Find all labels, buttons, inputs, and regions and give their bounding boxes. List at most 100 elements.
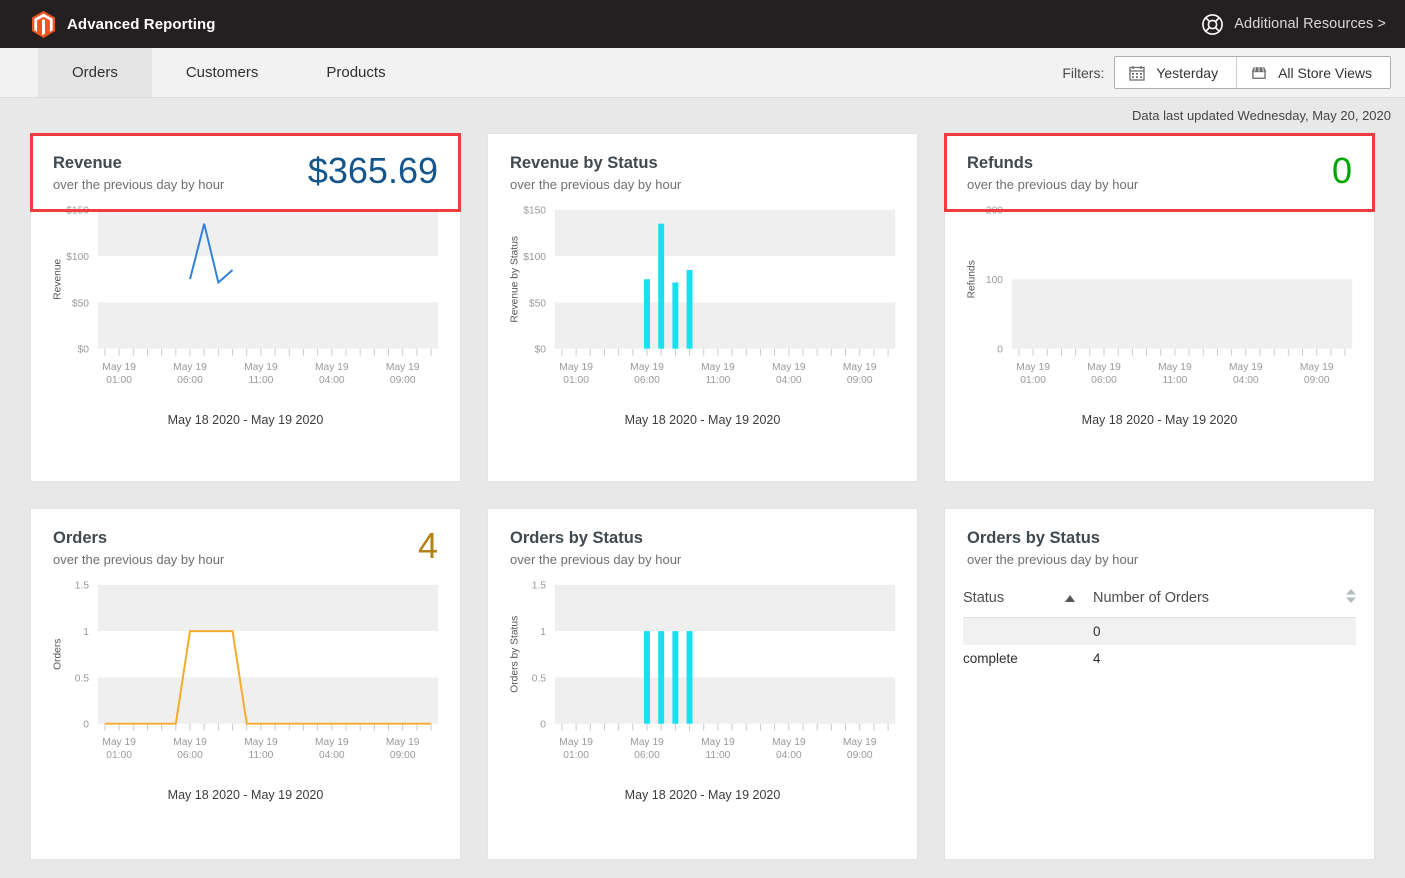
tab-products-label: Products: [326, 64, 386, 81]
store-filter-button[interactable]: All Store Views: [1236, 57, 1390, 88]
date-filter-label: Yesterday: [1156, 64, 1219, 81]
card-orders-title: Orders: [53, 529, 108, 547]
table-row[interactable]: complete 4: [963, 645, 1356, 672]
card-refunds-kpi: 0: [1331, 150, 1352, 191]
svg-text:Orders by Status: Orders by Status: [510, 616, 521, 693]
card-orders-by-status-chart-header: Orders by Status over the previous day b…: [488, 509, 917, 567]
revenue-chart-svg: $0 $50 $100 $150 Revenue May 19 01:00 May 19 06:…: [53, 206, 439, 386]
sort-both-icon[interactable]: [1346, 588, 1356, 607]
svg-text:May 19: May 19: [1087, 362, 1121, 373]
svg-text:Refunds: Refunds: [967, 260, 978, 298]
svg-text:May 19: May 19: [386, 362, 420, 373]
brand: Advanced Reporting: [32, 10, 216, 38]
table-cell-orders: 4: [1093, 650, 1101, 666]
top-bar: Advanced Reporting Additional Resources …: [0, 0, 1405, 48]
last-updated-row: Data last updated Wednesday, May 20, 202…: [0, 98, 1405, 133]
svg-text:09:00: 09:00: [390, 375, 416, 386]
svg-text:100: 100: [986, 275, 1003, 286]
card-refunds-header: Refunds over the previous day by hour 0: [945, 134, 1374, 192]
column-header-number-of-orders[interactable]: Number of Orders: [1093, 588, 1356, 607]
card-orders-header: Orders over the previous day by hour 4: [31, 509, 460, 567]
sort-ascending-icon[interactable]: [1065, 590, 1093, 606]
svg-text:$100: $100: [523, 252, 546, 263]
svg-text:1.5: 1.5: [75, 581, 90, 592]
svg-text:06:00: 06:00: [177, 375, 203, 386]
magento-logo-icon: [32, 10, 55, 38]
svg-text:1: 1: [540, 627, 546, 638]
svg-text:11:00: 11:00: [1162, 375, 1187, 386]
svg-text:$150: $150: [66, 206, 89, 217]
orders-chart: 0 0.5 1 1.5 Orders May 19 01:00 May 19 06:00 May …: [31, 567, 460, 802]
table-row[interactable]: 0: [963, 617, 1356, 645]
svg-text:May 19: May 19: [559, 362, 593, 373]
svg-text:May 19: May 19: [102, 737, 136, 748]
svg-text:May 19: May 19: [315, 362, 349, 373]
card-orders-by-status-chart-subtitle: over the previous day by hour: [510, 551, 682, 567]
svg-text:May 19: May 19: [772, 362, 806, 373]
svg-text:09:00: 09:00: [1304, 375, 1330, 386]
svg-text:09:00: 09:00: [847, 375, 873, 386]
table-cell-orders: 0: [1093, 623, 1101, 639]
svg-text:04:00: 04:00: [1233, 375, 1259, 386]
card-revenue-subtitle: over the previous day by hour: [53, 176, 225, 192]
svg-text:$50: $50: [72, 298, 89, 309]
filters: Filters: Yesterday All Store Views: [1062, 48, 1405, 97]
card-revenue-by-status-subtitle: over the previous day by hour: [510, 176, 682, 192]
card-orders-by-status-chart-title: Orders by Status: [510, 529, 643, 547]
column-header-status[interactable]: Status: [963, 589, 1093, 607]
tab-orders[interactable]: Orders: [38, 48, 152, 97]
svg-text:$100: $100: [66, 252, 89, 263]
card-orders-subtitle: over the previous day by hour: [53, 551, 225, 567]
store-filter-label: All Store Views: [1278, 64, 1372, 81]
svg-text:09:00: 09:00: [390, 750, 416, 761]
svg-text:May 19: May 19: [173, 362, 207, 373]
svg-text:Orders: Orders: [53, 639, 64, 670]
svg-text:11:00: 11:00: [248, 375, 273, 386]
card-orders-by-status-table-subtitle: over the previous day by hour: [967, 551, 1139, 567]
svg-text:May 19: May 19: [1158, 362, 1192, 373]
svg-text:May 19: May 19: [244, 737, 278, 748]
svg-text:May 19: May 19: [173, 737, 207, 748]
svg-text:0: 0: [83, 720, 89, 731]
card-revenue: Revenue over the previous day by hour $3…: [30, 133, 461, 482]
filter-group: Yesterday All Store Views: [1114, 56, 1391, 89]
additional-resources-link[interactable]: Additional Resources >: [1201, 13, 1391, 36]
orders-by-status-chart: 0 0.5 1 1.5 Orders by Status May 19 01:00 May 1…: [488, 567, 917, 802]
svg-text:0.5: 0.5: [75, 673, 90, 684]
svg-text:01:00: 01:00: [563, 375, 589, 386]
tab-customers[interactable]: Customers: [152, 48, 293, 97]
tab-products[interactable]: Products: [292, 48, 419, 97]
storefront-icon: [1251, 66, 1267, 79]
last-updated-text: Data last updated Wednesday, May 20, 202…: [1132, 108, 1391, 123]
app-title: Advanced Reporting: [67, 15, 216, 33]
svg-text:May 19: May 19: [315, 737, 349, 748]
svg-text:04:00: 04:00: [319, 375, 345, 386]
svg-text:06:00: 06:00: [177, 750, 203, 761]
card-revenue-title: Revenue: [53, 154, 122, 172]
revenue-by-status-chart-svg: $0 $50 $100 $150 Revenue by Status May 19 01:0…: [510, 206, 896, 386]
date-filter-button[interactable]: Yesterday: [1115, 57, 1237, 88]
svg-text:11:00: 11:00: [705, 750, 730, 761]
card-revenue-by-status-header: Revenue by Status over the previous day …: [488, 134, 917, 192]
svg-text:01:00: 01:00: [106, 750, 132, 761]
tab-orders-label: Orders: [72, 64, 118, 81]
svg-text:09:00: 09:00: [847, 750, 873, 761]
svg-text:11:00: 11:00: [248, 750, 273, 761]
tabs-row: Orders Customers Products Filters: Yeste…: [0, 48, 1405, 98]
calendar-icon: [1129, 65, 1145, 81]
svg-text:06:00: 06:00: [1091, 375, 1117, 386]
svg-text:May 19: May 19: [843, 362, 877, 373]
svg-text:Revenue by Status: Revenue by Status: [510, 236, 521, 323]
svg-text:$150: $150: [523, 206, 546, 217]
svg-text:$0: $0: [535, 345, 547, 356]
card-revenue-header: Revenue over the previous day by hour $3…: [31, 134, 460, 192]
svg-text:May 19: May 19: [630, 737, 664, 748]
tab-customers-label: Customers: [185, 64, 259, 81]
additional-resources-label[interactable]: Additional Resources >: [1234, 16, 1386, 32]
orders-range-label: May 18 2020 - May 19 2020: [167, 788, 324, 803]
svg-text:May 19: May 19: [386, 737, 420, 748]
svg-text:May 19: May 19: [1229, 362, 1263, 373]
svg-text:May 19: May 19: [559, 737, 593, 748]
column-header-number-of-orders-label: Number of Orders: [1093, 589, 1210, 606]
tab-list: Orders Customers Products: [0, 48, 420, 97]
